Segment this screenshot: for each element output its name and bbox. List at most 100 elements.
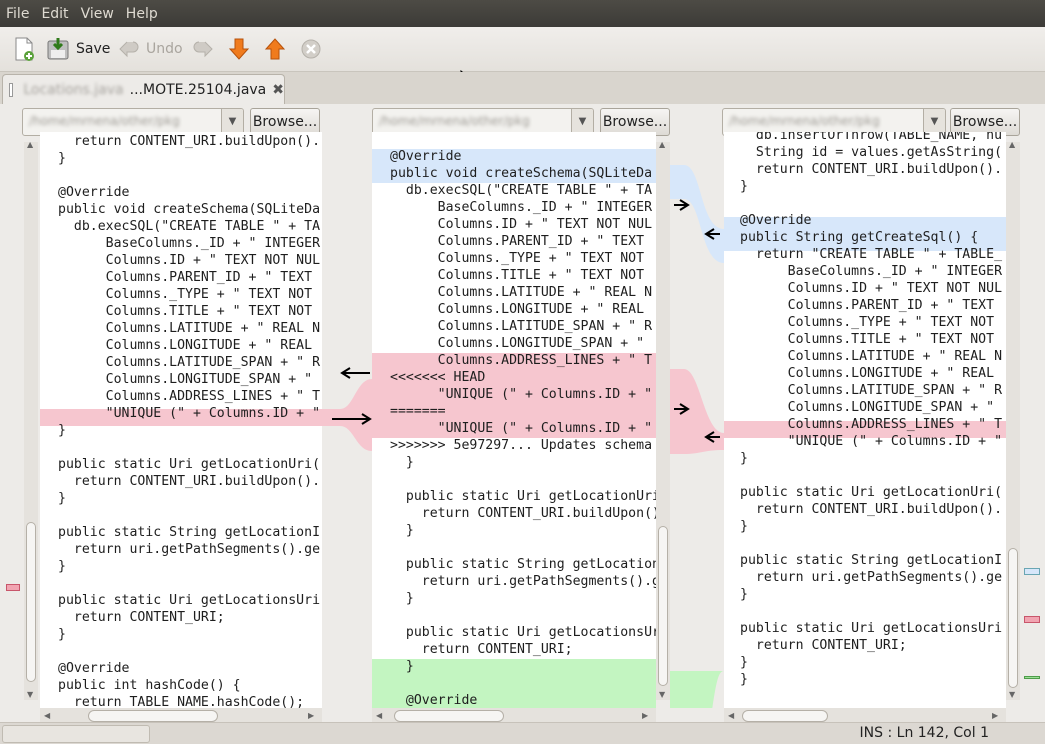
save-label: Save (76, 41, 111, 57)
left-editor-pane[interactable]: return CONTENT_URI.buildUpon().} @Overrid… (40, 132, 322, 708)
middle-path-text: /home/mrnena/other/pkg (379, 114, 530, 128)
scroll-up-icon[interactable]: ▲ (659, 140, 665, 149)
code-line: BaseColumns._ID + " INTEGER (58, 236, 321, 251)
stop-button[interactable] (300, 35, 322, 63)
code-line: public String getCreateSql() { (740, 230, 979, 245)
middle-vertical-scrollbar[interactable]: ▲ ▼ (656, 140, 670, 700)
code-line: public static Uri getLocationsUri (58, 593, 321, 608)
code-line: Columns.LATITUDE_SPAN + " R (390, 319, 653, 334)
code-line: Columns.TITLE + " TEXT NOT (390, 268, 645, 283)
middle-hscroll-thumb[interactable] (394, 710, 504, 722)
code-line: db.execSQL("CREATE TABLE " + TA (390, 183, 653, 198)
undo-label: Undo (146, 41, 183, 57)
scroll-down-icon[interactable]: ▼ (659, 690, 665, 699)
code-line: return CONTENT_URI.buildUpon(). (740, 502, 1003, 517)
code-line: BaseColumns._ID + " INTEGER (390, 200, 653, 215)
right-change-marker[interactable] (1024, 568, 1040, 575)
scroll-left-icon[interactable]: ◀ (44, 711, 50, 720)
new-button[interactable] (12, 35, 36, 63)
code-line: } (390, 591, 414, 606)
middle-editor-pane[interactable]: @Override public void createSchema(SQLite… (372, 132, 656, 708)
right-conflict-marker[interactable] (1024, 616, 1040, 623)
left-hscroll-thumb[interactable] (88, 710, 218, 722)
undo-button[interactable]: Undo (118, 35, 183, 63)
right-insert-marker[interactable] (1024, 676, 1040, 679)
left-conflict-marker[interactable] (6, 584, 20, 591)
scroll-up-icon[interactable]: ▲ (27, 140, 33, 149)
save-icon (47, 38, 69, 60)
code-line: Columns.PARENT_ID + " TEXT (740, 298, 995, 313)
arrow-down-icon (228, 38, 250, 60)
code-line: Columns.LATITUDE_SPAN + " R (58, 355, 321, 370)
tab-label: ...MOTE.25104.java (129, 81, 267, 98)
code-line: return CONTENT_URI; (740, 638, 907, 653)
code-line: Columns.LATITUDE + " REAL N (390, 285, 653, 300)
tab-blurred-name: Locations.java (23, 81, 124, 98)
right-vscroll-thumb[interactable] (1008, 548, 1018, 688)
menu-view[interactable]: View (75, 6, 120, 22)
code-line: @Override (740, 213, 812, 228)
menubar: File Edit View Help (0, 0, 1045, 27)
code-line: return CONTENT_URI; (390, 642, 573, 657)
code-line: ======= (390, 404, 446, 419)
code-line: } (740, 672, 748, 687)
code-line: BaseColumns._ID + " INTEGER (740, 264, 1003, 279)
code-line: @Override (390, 149, 462, 164)
scroll-right-icon[interactable]: ▶ (308, 711, 314, 720)
code-line: db.execSQL("CREATE TABLE " + TA (58, 219, 321, 234)
right-vertical-scrollbar[interactable]: ▲ ▼ (1006, 140, 1020, 700)
scroll-left-icon[interactable]: ◀ (728, 711, 734, 720)
code-line: Columns.TITLE + " TEXT NOT (58, 304, 313, 319)
code-line: "UNIQUE (" + Columns.ID + " (390, 421, 653, 436)
code-line: } (390, 455, 414, 470)
next-change-button[interactable] (228, 35, 250, 63)
scroll-up-icon[interactable]: ▲ (1009, 140, 1015, 149)
code-line: } (740, 519, 748, 534)
code-line: } (740, 587, 748, 602)
file-tab[interactable]: Locations.java ...MOTE.25104.java ✖ (2, 74, 285, 104)
code-line: public void createSchema(SQLiteDa (58, 202, 321, 217)
scroll-down-icon[interactable]: ▼ (1009, 690, 1015, 699)
code-line: Columns._TYPE + " TEXT NOT (390, 251, 645, 266)
save-button[interactable]: Save (46, 35, 110, 63)
scroll-right-icon[interactable]: ▶ (642, 711, 648, 720)
redo-button[interactable] (192, 35, 214, 63)
code-line: } (740, 179, 748, 194)
scroll-down-icon[interactable]: ▼ (27, 690, 33, 699)
code-line: return CONTENT_URI.buildUpon(). (58, 134, 321, 149)
code-line: Columns.PARENT_ID + " TEXT (58, 270, 313, 285)
left-vscroll-thumb[interactable] (26, 522, 36, 682)
close-icon[interactable]: ✖ (272, 82, 284, 98)
middle-vscroll-thumb[interactable] (658, 526, 668, 686)
right-editor-pane[interactable]: db.insertOrThrow(TABLE_NAME, nu String i… (724, 132, 1006, 708)
menu-help[interactable]: Help (120, 6, 164, 22)
code-line: } (58, 627, 66, 642)
code-line: @Override (58, 185, 130, 200)
scroll-right-icon[interactable]: ▶ (992, 711, 998, 720)
code-line: return "CREATE TABLE " + TABLE_ (740, 247, 1003, 262)
diff-view: /home/mrnena/other/pkg ▼ Browse... /home… (0, 104, 1045, 724)
code-line: } (58, 491, 66, 506)
left-linkmap (322, 367, 372, 451)
scroll-left-icon[interactable]: ◀ (376, 711, 382, 720)
menu-file[interactable]: File (0, 6, 35, 22)
left-vertical-scrollbar[interactable]: ▲ ▼ (24, 140, 38, 700)
code-line: Columns.ADDRESS_LINES + " T (740, 417, 1003, 432)
document-icon (9, 82, 14, 97)
menu-edit[interactable]: Edit (35, 6, 74, 22)
code-line: @Override (58, 661, 130, 676)
previous-change-button[interactable] (264, 35, 286, 63)
code-line: Columns.ADDRESS_LINES + " T (390, 353, 653, 368)
right-hscroll-thumb[interactable] (742, 710, 828, 722)
code-line: } (58, 151, 66, 166)
